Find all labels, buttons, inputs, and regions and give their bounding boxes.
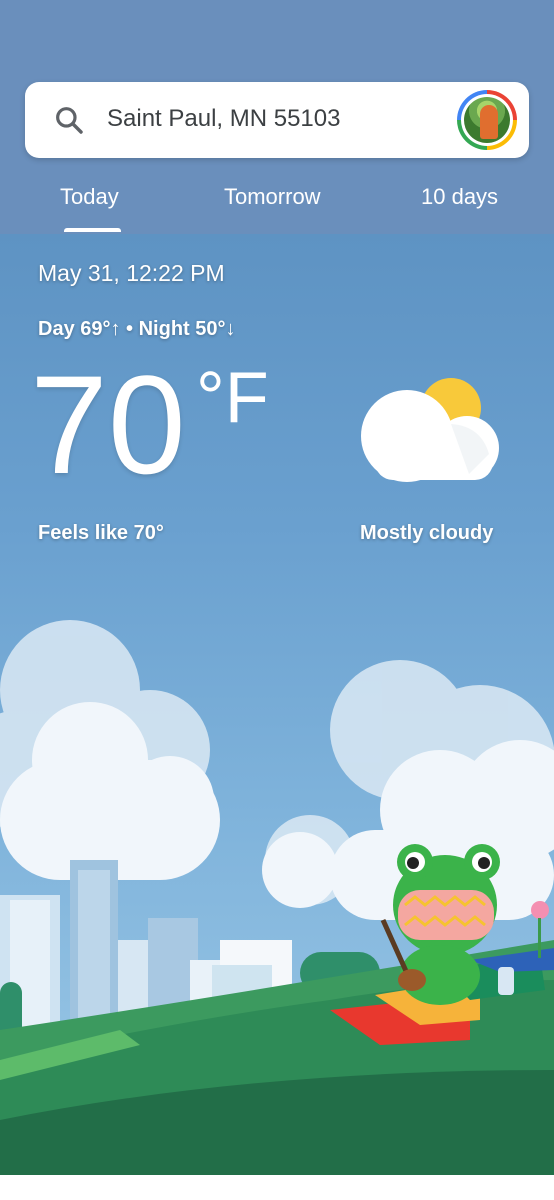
avatar[interactable] [457, 90, 517, 150]
weather-illustration [0, 620, 554, 1175]
current-temperature: 70 [30, 346, 186, 503]
temperature-unit: °F [196, 358, 269, 438]
feels-like: Feels like 70° [38, 522, 164, 544]
forecast-tabs: Today Tomorrow 10 days [0, 176, 554, 232]
tab-tomorrow[interactable]: Tomorrow [224, 184, 321, 210]
partly-cloudy-icon [361, 378, 499, 482]
system-nav-bar [0, 1175, 554, 1200]
avatar-photo [464, 97, 510, 143]
tab-today[interactable]: Today [60, 184, 119, 210]
day-night-temps: Day 69°↑ • Night 50°↓ [38, 318, 236, 340]
tab-selected-indicator [64, 228, 121, 232]
date-time: May 31, 12:22 PM [38, 260, 225, 286]
tab-10-days[interactable]: 10 days [421, 184, 498, 210]
location-search-bar[interactable]: Saint Paul, MN 55103 [25, 82, 529, 158]
location-text[interactable]: Saint Paul, MN 55103 [107, 105, 340, 133]
condition-text: Mostly cloudy [360, 522, 494, 544]
search-icon[interactable] [53, 104, 85, 136]
